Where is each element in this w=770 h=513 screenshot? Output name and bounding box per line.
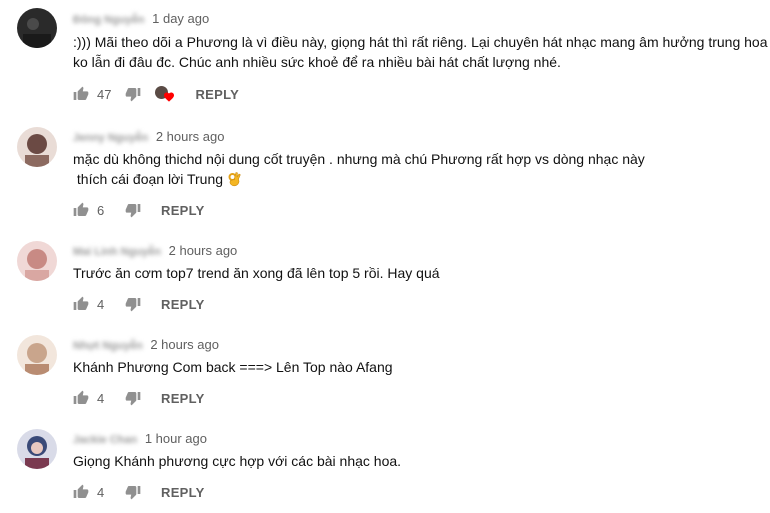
comment-text: Giọng Khánh phương cực hợp với các bài n… — [73, 451, 401, 471]
comment-text: Trước ăn cơm top7 trend ăn xong đã lên t… — [73, 263, 440, 283]
comment-text: Khánh Phương Com back ===> Lên Top nào A… — [73, 357, 393, 377]
thumbs-down-icon[interactable] — [125, 86, 141, 102]
comment-header: Jenny Nguyễn 2 hours ago — [73, 129, 224, 145]
like-count: 4 — [97, 484, 105, 500]
author-name[interactable]: Jackie Chan — [73, 434, 137, 446]
comment-time[interactable]: 2 hours ago — [150, 337, 219, 352]
comment-line: thích cái đoạn lời Trung — [73, 169, 645, 189]
comment-time[interactable]: 2 hours ago — [156, 129, 225, 144]
avatar[interactable] — [17, 335, 57, 375]
thumbs-up-icon[interactable] — [73, 484, 89, 500]
author-name[interactable]: Nhựt Nguyễn — [73, 340, 143, 352]
comment-actions: 4 REPLY — [73, 388, 205, 408]
comment-time[interactable]: 1 hour ago — [145, 431, 207, 446]
heart-icon — [164, 92, 175, 102]
author-name[interactable]: Đông Nguyễn — [73, 14, 145, 26]
comment-line: Khánh Phương Com back ===> Lên Top nào A… — [73, 359, 393, 375]
avatar[interactable] — [17, 8, 57, 48]
thumbs-down-icon[interactable] — [125, 484, 141, 500]
comment-header: Mai Linh Nguyễn 2 hours ago — [73, 243, 237, 259]
thumbs-down-icon[interactable] — [125, 202, 141, 218]
comment-header: Nhựt Nguyễn 2 hours ago — [73, 337, 219, 353]
avatar[interactable] — [17, 241, 57, 281]
comment-time[interactable]: 2 hours ago — [169, 243, 238, 258]
thumbs-up-icon[interactable] — [73, 86, 89, 102]
comment-actions: 4 REPLY — [73, 482, 205, 502]
like-count: 47 — [97, 86, 112, 102]
like-count: 4 — [97, 390, 105, 406]
author-name[interactable]: Jenny Nguyễn — [73, 132, 148, 144]
thumbs-up-icon[interactable] — [73, 202, 89, 218]
thumbs-up-icon[interactable] — [73, 296, 89, 312]
comment-line-text: thích cái đoạn lời Trung — [73, 171, 224, 187]
like-count: 4 — [97, 296, 105, 312]
comment-line: Giọng Khánh phương cực hợp với các bài n… — [73, 453, 402, 469]
comment-actions: 6 REPLY — [73, 200, 205, 220]
reply-button[interactable]: REPLY — [161, 485, 205, 500]
thumbs-up-icon[interactable] — [73, 390, 89, 406]
comment-actions: 4 REPLY — [73, 294, 205, 314]
reply-button[interactable]: REPLY — [161, 203, 205, 218]
comment-header: Đông Nguyễn 1 day ago — [73, 11, 209, 27]
creator-heart — [155, 85, 177, 103]
comment-time[interactable]: 1 day ago — [152, 11, 209, 26]
avatar[interactable] — [17, 429, 57, 469]
comment-line: :))) Mãi theo dõi a Phương là vì điều nà… — [73, 34, 768, 50]
ok-hand-emoji-icon — [228, 172, 241, 187]
like-count: 6 — [97, 202, 105, 218]
comment-line: ko lẫn đi đâu đc. Chúc anh nhiều sức kho… — [73, 54, 561, 70]
comment-text: mặc dù không thichd nội dung cốt truyện … — [73, 149, 645, 189]
comment-text: :))) Mãi theo dõi a Phương là vì điều nà… — [73, 32, 767, 72]
thumbs-down-icon[interactable] — [125, 296, 141, 312]
author-name[interactable]: Mai Linh Nguyễn — [73, 246, 161, 258]
reply-button[interactable]: REPLY — [161, 297, 205, 312]
reply-button[interactable]: REPLY — [161, 391, 205, 406]
reply-button[interactable]: REPLY — [195, 87, 239, 102]
comment-header: Jackie Chan 1 hour ago — [73, 431, 207, 447]
thumbs-down-icon[interactable] — [125, 390, 141, 406]
comment-actions: 47 REPLY — [73, 84, 239, 104]
comment-line: Trước ăn cơm top7 trend ăn xong đã lên t… — [73, 265, 440, 281]
avatar[interactable] — [17, 127, 57, 167]
comment-line: mặc dù không thichd nội dung cốt truyện … — [73, 151, 645, 167]
